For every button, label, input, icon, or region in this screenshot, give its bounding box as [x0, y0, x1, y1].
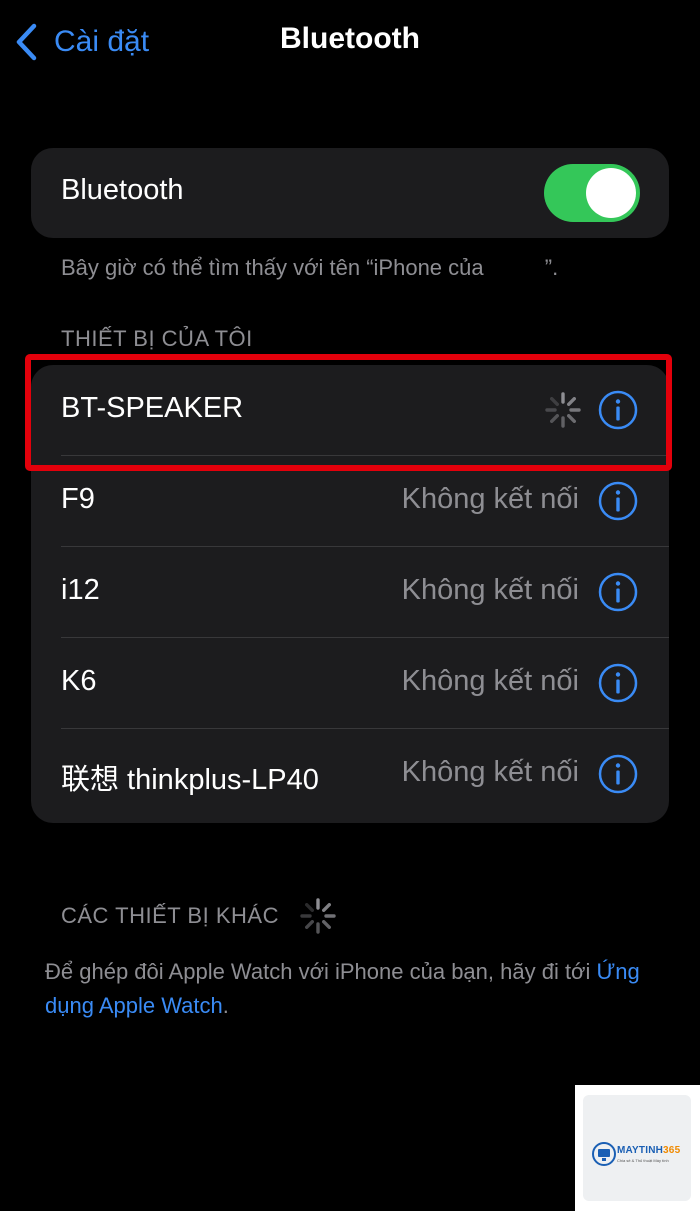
bluetooth-label: Bluetooth [61, 174, 184, 206]
other-devices-header: CÁC THIẾT BỊ KHÁC [61, 897, 337, 935]
device-status: Không kết nối [401, 756, 579, 788]
navigation-bar: Cài đặt Bluetooth [0, 0, 700, 90]
monitor-logo-icon [592, 1142, 616, 1166]
device-status: Không kết nối [401, 574, 579, 606]
info-icon[interactable] [598, 663, 638, 703]
loading-spinner-icon [300, 898, 336, 934]
page-title: Bluetooth [280, 22, 420, 55]
device-row-k6[interactable]: K6 Không kết nối [31, 638, 669, 729]
watermark-brand: MAYTINH365 [617, 1145, 680, 1156]
watermark-tagline: Chia sẻ & Thủ thuật Máy tính [617, 1158, 669, 1163]
device-name: i12 [61, 574, 100, 606]
watermark-card: MAYTINH365 Chia sẻ & Thủ thuật Máy tính [583, 1095, 691, 1201]
device-status: Không kết nối [401, 665, 579, 697]
device-name: K6 [61, 665, 97, 697]
info-icon[interactable] [598, 572, 638, 612]
bluetooth-toggle-row: Bluetooth [31, 148, 669, 238]
device-name: 联想 thinkplus-LP40 [61, 764, 319, 796]
bluetooth-switch[interactable] [544, 164, 640, 222]
my-devices-header: THIẾT BỊ CỦA TÔI [61, 326, 253, 351]
watermark-brand-a: MAYTINH [617, 1145, 664, 1156]
discoverable-note: Bây giờ có thể tìm thấy với tên “iPhone … [61, 255, 559, 280]
apple-watch-note: Để ghép đôi Apple Watch với iPhone của b… [45, 955, 665, 1023]
watermark-brand-b: 365 [663, 1145, 681, 1156]
device-row-thinkplus-lp40[interactable]: 联想 thinkplus-LP40 Không kết nối [31, 729, 669, 820]
device-name: F9 [61, 483, 95, 515]
info-icon[interactable] [598, 754, 638, 794]
watermark: MAYTINH365 Chia sẻ & Thủ thuật Máy tính [575, 1085, 700, 1211]
device-status: Không kết nối [401, 483, 579, 515]
other-devices-header-label: CÁC THIẾT BỊ KHÁC [61, 903, 279, 928]
switch-knob [586, 168, 636, 218]
highlight-box [25, 354, 672, 471]
device-row-i12[interactable]: i12 Không kết nối [31, 547, 669, 638]
apple-watch-note-end: . [222, 993, 229, 1018]
info-icon[interactable] [598, 481, 638, 521]
apple-watch-note-text: Để ghép đôi Apple Watch với iPhone của b… [45, 959, 597, 984]
